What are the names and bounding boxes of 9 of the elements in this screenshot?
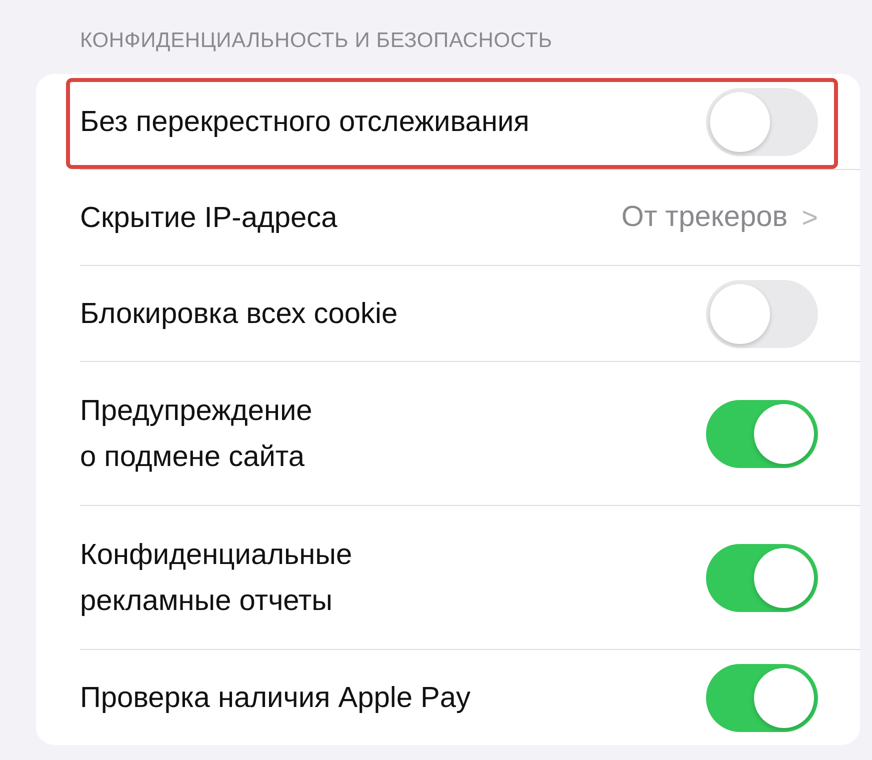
setting-label: Проверка наличия Apple Pay <box>80 680 472 716</box>
section-header: КОНФИДЕНЦИАЛЬНОСТЬ И БЕЗОПАСНОСТЬ <box>79 28 554 54</box>
setting-label: Скрытие IP-адреса <box>80 200 338 236</box>
setting-label: Без перекрестного отслеживания <box>80 104 530 140</box>
setting-label: Блокировка всех cookie <box>80 296 399 332</box>
chevron-icon: > <box>802 202 818 234</box>
setting-label: Конфиденциальные рекламные отчеты <box>80 538 354 618</box>
setting-value[interactable]: От трекеров <box>621 201 788 234</box>
setting-label: Предупреждение о подмене сайта <box>80 394 314 474</box>
